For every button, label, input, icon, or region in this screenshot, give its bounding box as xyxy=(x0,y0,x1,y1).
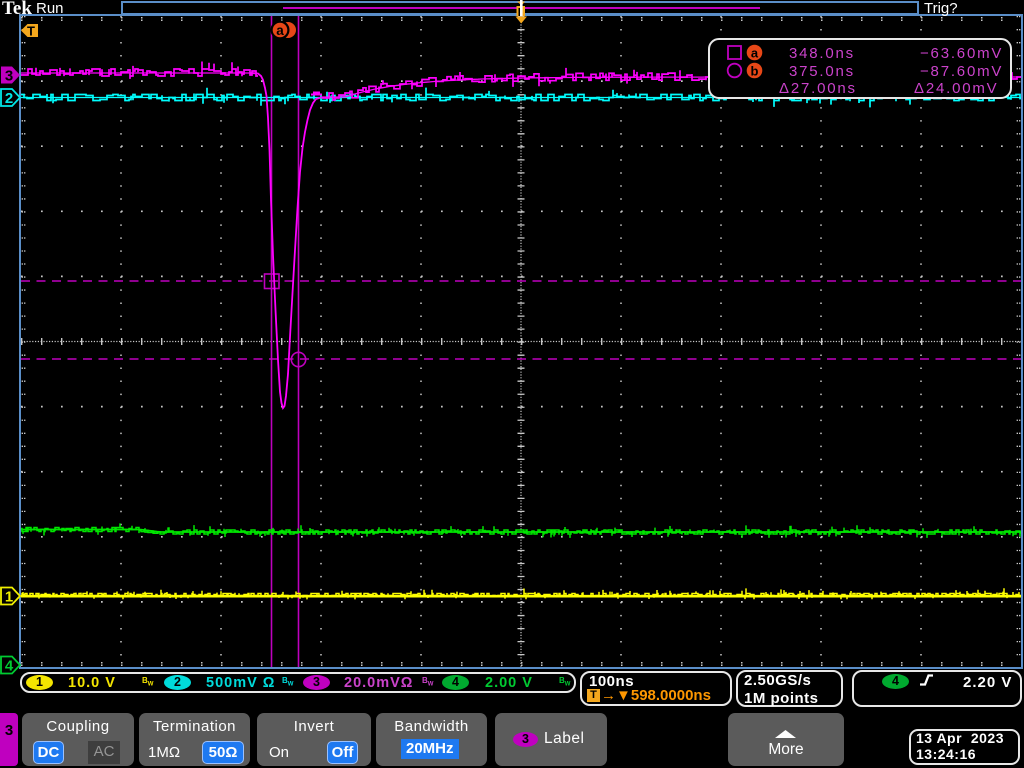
svg-text:2: 2 xyxy=(5,90,13,107)
svg-text:T: T xyxy=(27,24,35,39)
svg-text:3: 3 xyxy=(5,68,13,85)
svg-text:4: 4 xyxy=(5,658,14,675)
svg-text:b: b xyxy=(751,64,759,79)
svg-text:a: a xyxy=(276,23,284,38)
svg-text:1: 1 xyxy=(5,589,13,606)
svg-text:a: a xyxy=(751,46,759,61)
